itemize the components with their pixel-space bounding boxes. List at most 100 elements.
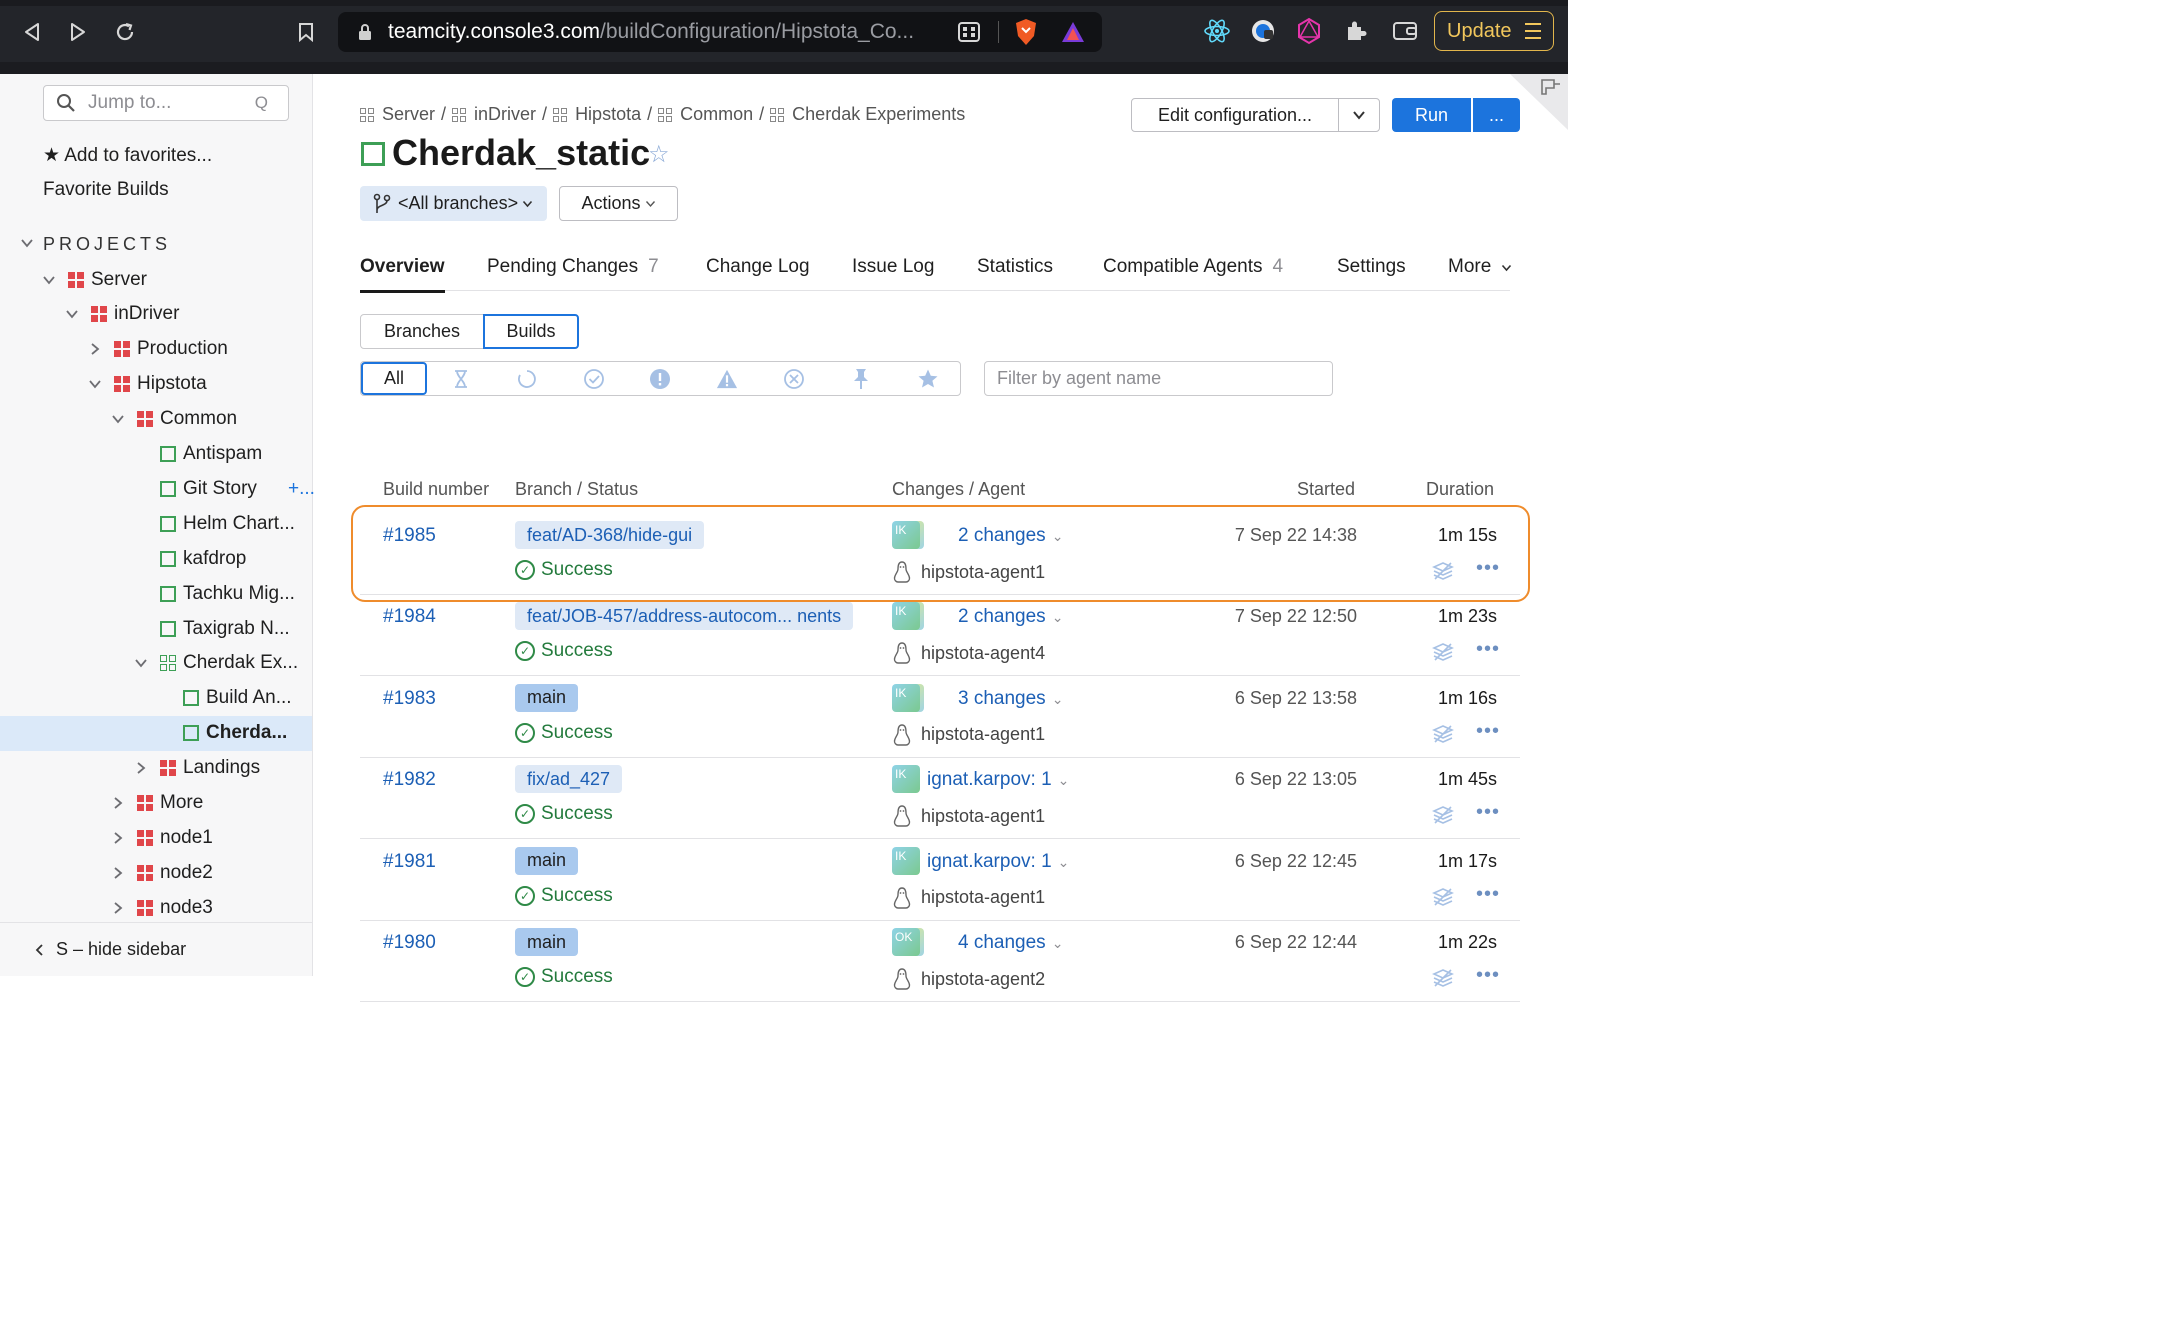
- run-button[interactable]: Run: [1392, 98, 1471, 132]
- react-devtools-icon[interactable]: [1202, 16, 1232, 46]
- build-status[interactable]: ✓ Success: [515, 559, 613, 581]
- agent-link[interactable]: hipstota-agent1: [892, 804, 1045, 828]
- breadcrumb-cherdak-experiments[interactable]: Cherdak Experiments: [770, 104, 965, 125]
- sidebar-item-production[interactable]: Production: [0, 332, 312, 367]
- column-header-build-number[interactable]: Build number: [383, 479, 489, 500]
- sidebar-item-indriver[interactable]: inDriver: [0, 297, 312, 332]
- sidebar-item-node1[interactable]: node1: [0, 820, 312, 855]
- queued-hourglass-icon[interactable]: [450, 368, 472, 390]
- chevron-right-icon[interactable]: [111, 866, 125, 880]
- add-to-favorites-link[interactable]: ★ Add to favorites...: [43, 144, 212, 167]
- tab-issue-log[interactable]: Issue Log: [852, 256, 934, 278]
- chevron-down-icon[interactable]: [134, 656, 148, 670]
- table-row[interactable]: #1984 feat/JOB-457/address-autocom... nen…: [360, 594, 1520, 677]
- tab-compatible-agents[interactable]: Compatible Agents 4: [1103, 256, 1283, 278]
- sidebar-item-more[interactable]: More: [0, 786, 312, 821]
- chevron-right-icon[interactable]: [111, 901, 125, 915]
- build-number-link[interactable]: #1980: [383, 932, 436, 954]
- agent-name-filter[interactable]: [984, 361, 1333, 396]
- breadcrumb-common[interactable]: Common: [658, 104, 753, 125]
- branch-badge[interactable]: main: [515, 683, 579, 712]
- layers-icon[interactable]: [1432, 968, 1454, 988]
- tab-settings[interactable]: Settings: [1337, 256, 1406, 278]
- build-status[interactable]: ✓ Success: [515, 640, 613, 662]
- column-header-duration[interactable]: Duration: [1426, 479, 1494, 500]
- tab-more[interactable]: More: [1448, 256, 1512, 278]
- update-button[interactable]: Update: [1434, 11, 1554, 51]
- running-spinner-icon[interactable]: [516, 368, 538, 390]
- column-header-changes-agent[interactable]: Changes / Agent: [892, 479, 1025, 500]
- table-row[interactable]: #1981 main ✓ Success IK ignat.karpov: 1 ⌄ hipst…: [360, 839, 1520, 921]
- branch-badge[interactable]: main: [515, 846, 579, 875]
- more-options-icon[interactable]: •••: [1476, 720, 1500, 743]
- column-header-started[interactable]: Started: [1297, 479, 1355, 500]
- branches-toggle[interactable]: Branches: [360, 314, 484, 349]
- more-options-icon[interactable]: •••: [1476, 638, 1500, 661]
- edit-configuration-button[interactable]: Edit configuration...: [1131, 98, 1339, 132]
- page-corner-toggle-icon[interactable]: [1510, 74, 1568, 130]
- changes-link[interactable]: 2 changes ⌄: [958, 606, 1063, 628]
- sidebar-item-common[interactable]: Common: [0, 402, 312, 437]
- chevron-right-icon[interactable]: [88, 342, 102, 356]
- sidebar-item-hipstota[interactable]: Hipstota: [0, 367, 312, 402]
- sidebar-item-taxigrab-n[interactable]: Taxigrab N...: [0, 611, 312, 646]
- table-row[interactable]: #1982 fix/ad_427 ✓ Success IK ignat.karpov: 1…: [360, 757, 1520, 840]
- warning-triangle-icon[interactable]: [716, 368, 738, 390]
- sidebar-item-node2[interactable]: node2: [0, 855, 312, 890]
- changes-link[interactable]: 2 changes ⌄: [958, 525, 1063, 547]
- tab-statistics[interactable]: Statistics: [977, 256, 1053, 278]
- table-row[interactable]: #1983 main ✓ Success IK 3 changes ⌄ hipstota-ag…: [360, 676, 1520, 758]
- build-status[interactable]: ✓ Success: [515, 966, 613, 988]
- success-check-icon[interactable]: [583, 368, 605, 390]
- changes-link[interactable]: ignat.karpov: 1 ⌄: [927, 851, 1069, 873]
- sidebar-item-node3[interactable]: node3: [0, 890, 312, 925]
- failed-exclamation-icon[interactable]: [649, 368, 671, 390]
- projects-collapse-icon[interactable]: [20, 236, 34, 253]
- sidebar-item-cherda[interactable]: Cherda...: [0, 715, 312, 751]
- brave-rewards-icon[interactable]: [1060, 20, 1086, 44]
- breadcrumb-indriver[interactable]: inDriver: [452, 104, 536, 125]
- favorite-star-icon[interactable]: ☆: [648, 140, 670, 169]
- agent-link[interactable]: hipstota-agent4: [892, 641, 1045, 665]
- sidebar-item-tachku-mig[interactable]: Tachku Mig...: [0, 576, 312, 611]
- chevron-down-icon[interactable]: [65, 307, 79, 321]
- build-status[interactable]: ✓ Success: [515, 722, 613, 744]
- agent-link[interactable]: hipstota-agent1: [892, 886, 1045, 910]
- brave-shield-icon[interactable]: [1014, 18, 1038, 46]
- branch-badge[interactable]: feat/AD-368/hide-gui: [515, 521, 705, 549]
- sidebar-item-cherdak-ex[interactable]: Cherdak Ex...: [0, 646, 312, 681]
- column-header-branch-status[interactable]: Branch / Status: [515, 479, 638, 500]
- breadcrumb-server[interactable]: Server: [360, 104, 435, 125]
- favorite-star-icon[interactable]: [917, 368, 939, 390]
- layers-icon[interactable]: [1432, 805, 1454, 825]
- sidebar-item-antispam[interactable]: Antispam: [0, 437, 312, 472]
- branch-badge[interactable]: main: [515, 928, 579, 956]
- build-number-link[interactable]: #1984: [383, 606, 436, 628]
- more-options-icon[interactable]: •••: [1476, 557, 1500, 580]
- reload-icon[interactable]: [109, 16, 141, 48]
- build-number-link[interactable]: #1981: [383, 851, 436, 873]
- sidebar-item-kafdrop[interactable]: kafdrop: [0, 541, 312, 576]
- more-options-icon[interactable]: •••: [1476, 801, 1500, 824]
- bookmark-icon[interactable]: [290, 16, 322, 48]
- build-number-link[interactable]: #1982: [383, 769, 436, 791]
- sidebar-item-git-story[interactable]: Git Story +...: [0, 471, 315, 506]
- layers-icon[interactable]: [1432, 642, 1454, 662]
- filter-all-button[interactable]: All: [361, 362, 427, 395]
- builds-toggle[interactable]: Builds: [483, 314, 579, 349]
- wallet-icon[interactable]: [1390, 16, 1420, 46]
- actions-button[interactable]: Actions: [559, 186, 678, 221]
- build-status[interactable]: ✓ Success: [515, 803, 613, 825]
- changes-link[interactable]: 3 changes ⌄: [958, 688, 1063, 710]
- table-row[interactable]: #1985 feat/AD-368/hide-gui ✓ Success IK 2 cha…: [360, 513, 1520, 595]
- branch-selector[interactable]: <All branches>: [360, 186, 547, 221]
- hide-sidebar-button[interactable]: S – hide sidebar: [0, 922, 312, 976]
- address-bar[interactable]: teamcity.console3.com/buildConfiguration…: [338, 12, 1102, 52]
- tab-change-log[interactable]: Change Log: [706, 256, 810, 278]
- branch-badge[interactable]: feat/JOB-457/address-autocom... nents: [515, 602, 854, 631]
- agent-link[interactable]: hipstota-agent2: [892, 967, 1045, 991]
- tab-overview[interactable]: Overview: [360, 256, 445, 293]
- back-icon[interactable]: [16, 16, 48, 48]
- agent-link[interactable]: hipstota-agent1: [892, 723, 1045, 747]
- cancelled-x-icon[interactable]: [783, 368, 805, 390]
